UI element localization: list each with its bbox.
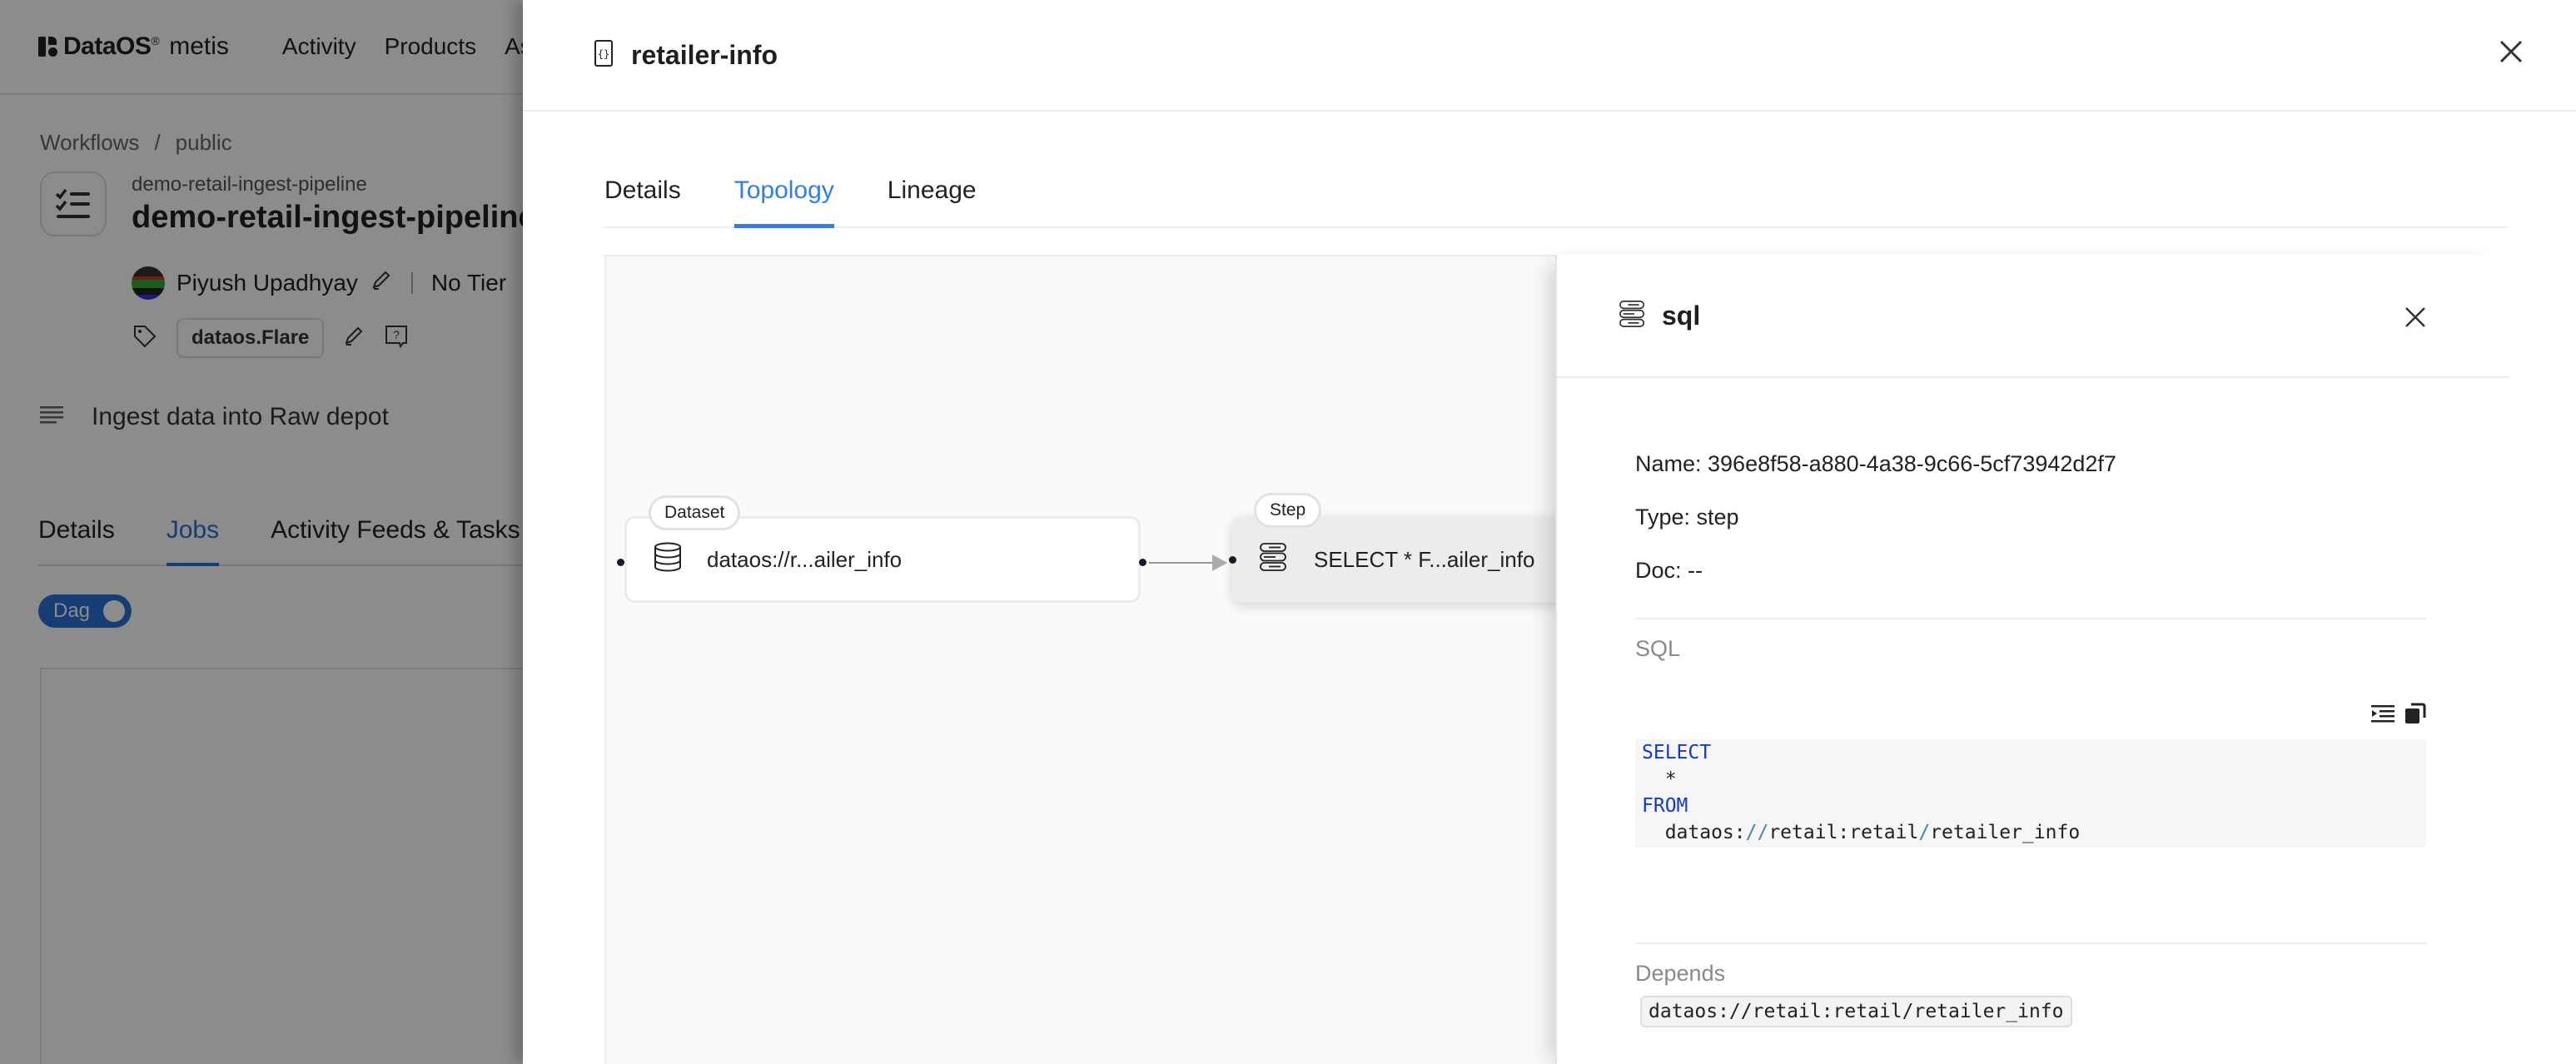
panel-title: sql (1662, 300, 1701, 331)
sql-source-prefix: dataos: (1642, 822, 1746, 843)
drawer-tabs: Details Topology Lineage (604, 163, 2508, 228)
tab-lineage[interactable]: Lineage (888, 163, 977, 226)
sql-section-label: SQL (1635, 636, 1681, 661)
depends-section-label: Depends (1635, 961, 1726, 986)
copy-icon[interactable] (2404, 703, 2426, 728)
node-label: dataos://r...ailer_info (707, 546, 903, 572)
node-badge: Step (1254, 493, 1322, 528)
panel-header: sql (1557, 255, 2509, 378)
sql-keyword: FROM (1642, 795, 1688, 817)
database-icon (654, 542, 682, 578)
sql-source-slashes: // (1745, 822, 1769, 843)
tab-topology[interactable]: Topology (734, 163, 834, 228)
sql-keyword: SELECT (1642, 742, 1712, 763)
job-braces-icon: {} (594, 39, 613, 71)
sql-step-icon (1259, 542, 1289, 577)
drawer-title: retailer-info (631, 39, 778, 70)
code-toolbar (2371, 703, 2426, 728)
sql-source-mid: retail:retail (1768, 822, 1919, 843)
close-icon[interactable] (2494, 35, 2528, 68)
sql-step-icon (1619, 300, 1647, 332)
svg-text:{}: {} (598, 48, 609, 60)
input-port (1229, 556, 1236, 564)
sql-source-table: retailer_info (1930, 822, 2081, 843)
node-badge: Dataset (649, 495, 741, 530)
format-indent-icon[interactable] (2371, 704, 2394, 728)
dag-edge (1149, 554, 1227, 571)
step-name: Name: 396e8f58-a880-4a38-9c66-5cf73942d2… (1635, 451, 2116, 476)
sql-source-slash: / (1918, 822, 1931, 843)
node-label: SELECT * F...ailer_info (1314, 546, 1535, 572)
tab-details[interactable]: Details (604, 163, 681, 226)
job-drawer: {} retailer-info Details Topology Lineag… (523, 0, 2576, 1064)
input-port (617, 559, 624, 566)
step-type: Type: step (1635, 505, 1739, 530)
step-doc: Doc: -- (1635, 558, 1703, 583)
sql-star: * (1642, 768, 1677, 790)
divider (1635, 942, 2426, 944)
step-detail-panel: sql Name: 396e8f58-a880-4a38-9c66-5cf739… (1555, 255, 2509, 1064)
output-port (1139, 559, 1146, 566)
depends-chip[interactable]: dataos://retail:retail/retailer_info (1640, 996, 2072, 1027)
drawer-header: {} retailer-info (523, 0, 2576, 112)
dag-node-dataset[interactable]: Dataset dataos://r...ailer_info (617, 495, 1146, 603)
divider (1635, 618, 2426, 619)
close-icon[interactable] (2401, 303, 2429, 331)
sql-code-block[interactable]: SELECT * FROM dataos://retail:retail/ret… (1635, 739, 2426, 848)
